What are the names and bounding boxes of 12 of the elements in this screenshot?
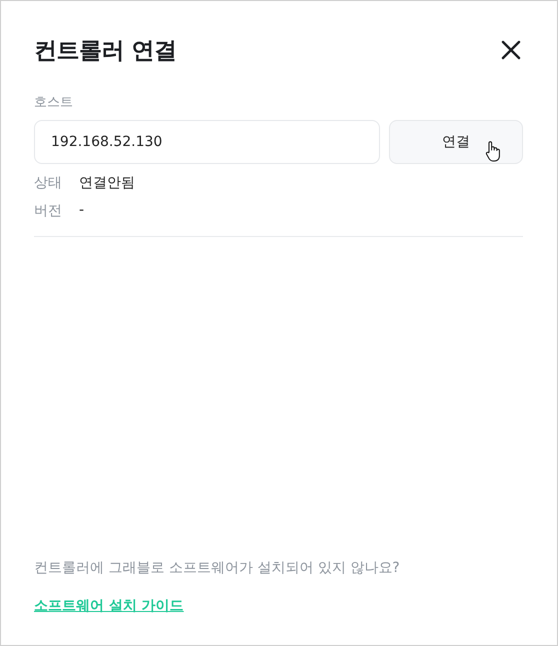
hand-cursor-icon [485,140,501,162]
dialog-title: 컨트롤러 연결 [34,36,177,66]
connect-button[interactable]: 연결 [389,120,523,164]
info-value: 연결안됨 [79,174,135,192]
close-icon [501,40,521,60]
close-button[interactable] [499,38,523,62]
host-label: 호스트 [34,94,74,111]
info-value: - [79,202,84,220]
help-question: 컨트롤러에 그래블로 소프트웨어가 설치되어 있지 않나요? [34,559,401,577]
info-label: 상태 [34,174,62,192]
info-label: 버전 [34,202,62,220]
host-input-field[interactable]: 192.168.52.130 [34,120,380,164]
